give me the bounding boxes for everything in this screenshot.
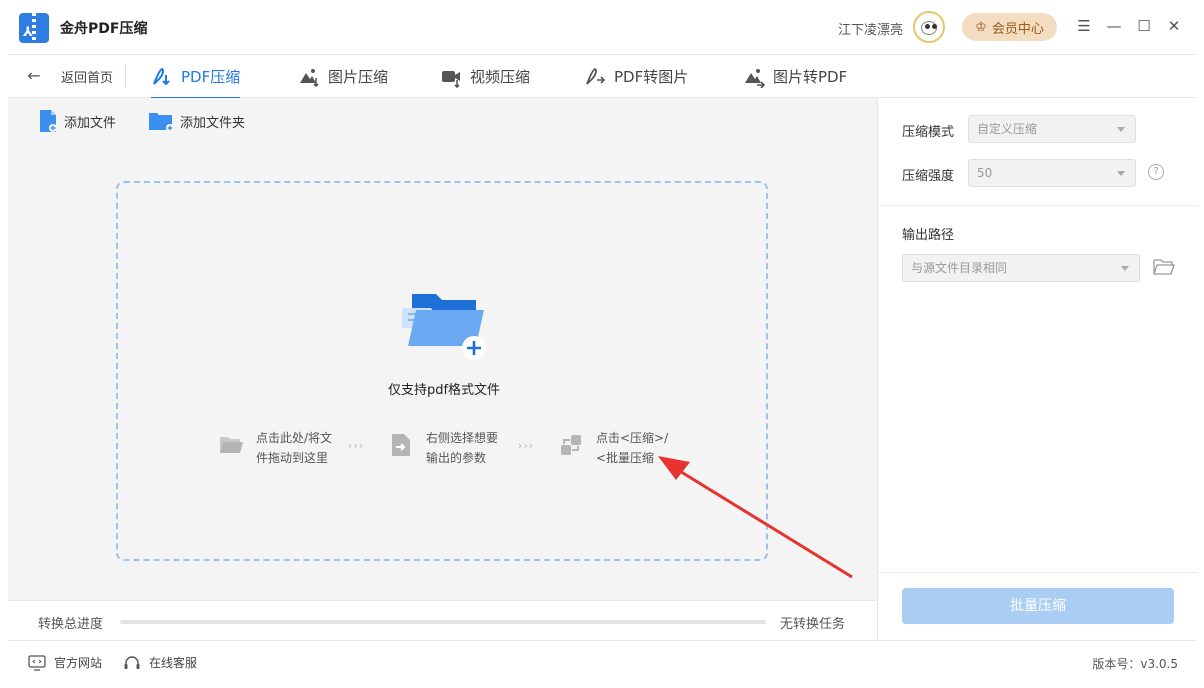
app-title: 金舟PDF压缩 [60,21,148,37]
vip-center-label: 会员中心 [991,21,1044,37]
compress-strength-select[interactable]: 50 [968,159,1136,187]
drop-zone[interactable]: 仅支持pdf格式文件 点击此处/将文 件拖动到这里 ››› 右侧选择想要 输出的… [116,181,768,561]
maximize-button[interactable]: ☐ [1134,16,1154,36]
step-text-line: 件拖动到这里 [256,451,329,465]
tab-image-compress[interactable]: 图片压缩 [298,55,388,98]
folder-step-icon [220,437,243,453]
add-file-icon [40,110,57,132]
step-text-line: 点击<压缩>/ [596,431,669,445]
tab-label: 视频压缩 [470,68,531,86]
add-folder-big-icon [402,294,486,360]
tab-label: PDF转图片 [614,68,689,86]
output-path-select[interactable]: 与源文件目录相同 [902,254,1140,282]
add-folder-icon [149,113,174,132]
progress-status: 无转换任务 [780,617,846,632]
pdf-compress-icon [151,66,173,88]
app-logo-icon: ⅄ [19,13,49,43]
progress-track [120,620,766,624]
add-file-button[interactable]: 添加文件 [38,108,116,134]
title-bar: ⅄ 金舟PDF压缩 江下凌漂亮 ♔ 会员中心 ☰ — ☐ ✕ [0,0,1204,54]
step-text-line: 右侧选择想要 [426,431,499,445]
panel-divider [878,205,1197,206]
tab-label: PDF压缩 [181,68,241,86]
minimize-button[interactable]: — [1104,16,1124,36]
pdf-to-image-icon [584,66,606,88]
add-folder-button[interactable]: 添加文件夹 [148,108,245,134]
back-arrow-icon[interactable]: ← [22,64,46,88]
tab-image-to-pdf[interactable]: 图片转PDF [743,55,847,98]
step-chevron: ››› [518,439,535,452]
tab-pdf-compress[interactable]: PDF压缩 [151,55,241,99]
nav-bar: ← 返回首页 PDF压缩 图片压缩 视频压缩 PDF转图片 图片转PDF [8,54,1196,99]
progress-label: 转换总进度 [38,617,104,632]
batch-compress-button[interactable]: 批量压缩 [902,588,1174,624]
file-area: 添加文件 添加文件夹 仅支持pdf格式文件 点击此处/将文 件拖动到这里 ›››… [8,98,877,600]
online-support-link[interactable]: 在线客服 [123,654,197,671]
tab-pdf-to-image[interactable]: PDF转图片 [584,55,688,98]
compress-strength-label: 压缩强度 [902,169,955,184]
user-avatar[interactable] [913,11,945,43]
progress-bar-row: 转换总进度 无转换任务 [8,600,877,640]
tab-video-compress[interactable]: 视频压缩 [440,55,530,98]
step-choose-params: 右侧选择想要 输出的参数 [388,428,508,468]
folder-open-icon[interactable] [1153,258,1175,276]
back-home-link[interactable]: 返回首页 [61,67,113,86]
compress-mode-label: 压缩模式 [902,125,955,140]
step-chevron: ››› [348,439,365,452]
compress-mode-value: 自定义压缩 [977,122,1038,136]
compress-step-icon [561,435,581,455]
crown-icon: ♔ [975,19,987,35]
user-name[interactable]: 江下凌漂亮 [838,19,903,38]
help-icon[interactable]: ? [1148,164,1164,180]
nav-divider [125,64,126,88]
tab-label: 图片压缩 [328,68,389,86]
chevron-down-icon [1121,266,1129,271]
output-path-value: 与源文件目录相同 [911,261,1008,275]
version-text: 版本号：v3.0.5 [1092,657,1178,671]
official-website-label: 官方网站 [54,656,103,670]
menu-icon[interactable]: ☰ [1074,16,1094,36]
close-button[interactable]: ✕ [1164,16,1184,36]
status-bar: 官方网站 在线客服 版本号：v3.0.5 [8,640,1196,682]
compress-mode-select[interactable]: 自定义压缩 [968,115,1136,143]
image-to-pdf-icon [743,66,765,88]
video-compress-icon [440,66,462,88]
step-add-file: 点击此处/将文 件拖动到这里 [218,428,338,468]
file-export-step-icon [392,434,410,456]
image-compress-icon [298,66,320,88]
chevron-down-icon [1117,171,1125,176]
compress-strength-value: 50 [977,166,993,180]
step-click-compress: 点击<压缩>/ <批量压缩 [558,428,678,468]
headset-icon [124,655,140,669]
monitor-icon [28,654,46,671]
vip-center-button[interactable]: ♔ 会员中心 [962,13,1057,41]
settings-panel: 压缩模式 自定义压缩 压缩强度 50 ? 输出路径 与源文件目录相同 批量压缩 [877,98,1197,640]
online-support-label: 在线客服 [149,656,198,670]
step-text-line: 点击此处/将文 [256,431,333,445]
output-path-label: 输出路径 [902,228,955,243]
tab-label: 图片转PDF [773,68,848,86]
add-folder-label: 添加文件夹 [180,115,246,131]
chevron-down-icon [1117,127,1125,132]
add-file-label: 添加文件 [64,115,117,131]
support-format-text: 仅支持pdf格式文件 [387,383,501,398]
official-website-link[interactable]: 官方网站 [28,654,102,671]
panel-divider [878,572,1197,573]
step-text-line: 输出的参数 [426,451,487,465]
step-text-line: <批量压缩 [596,451,655,465]
